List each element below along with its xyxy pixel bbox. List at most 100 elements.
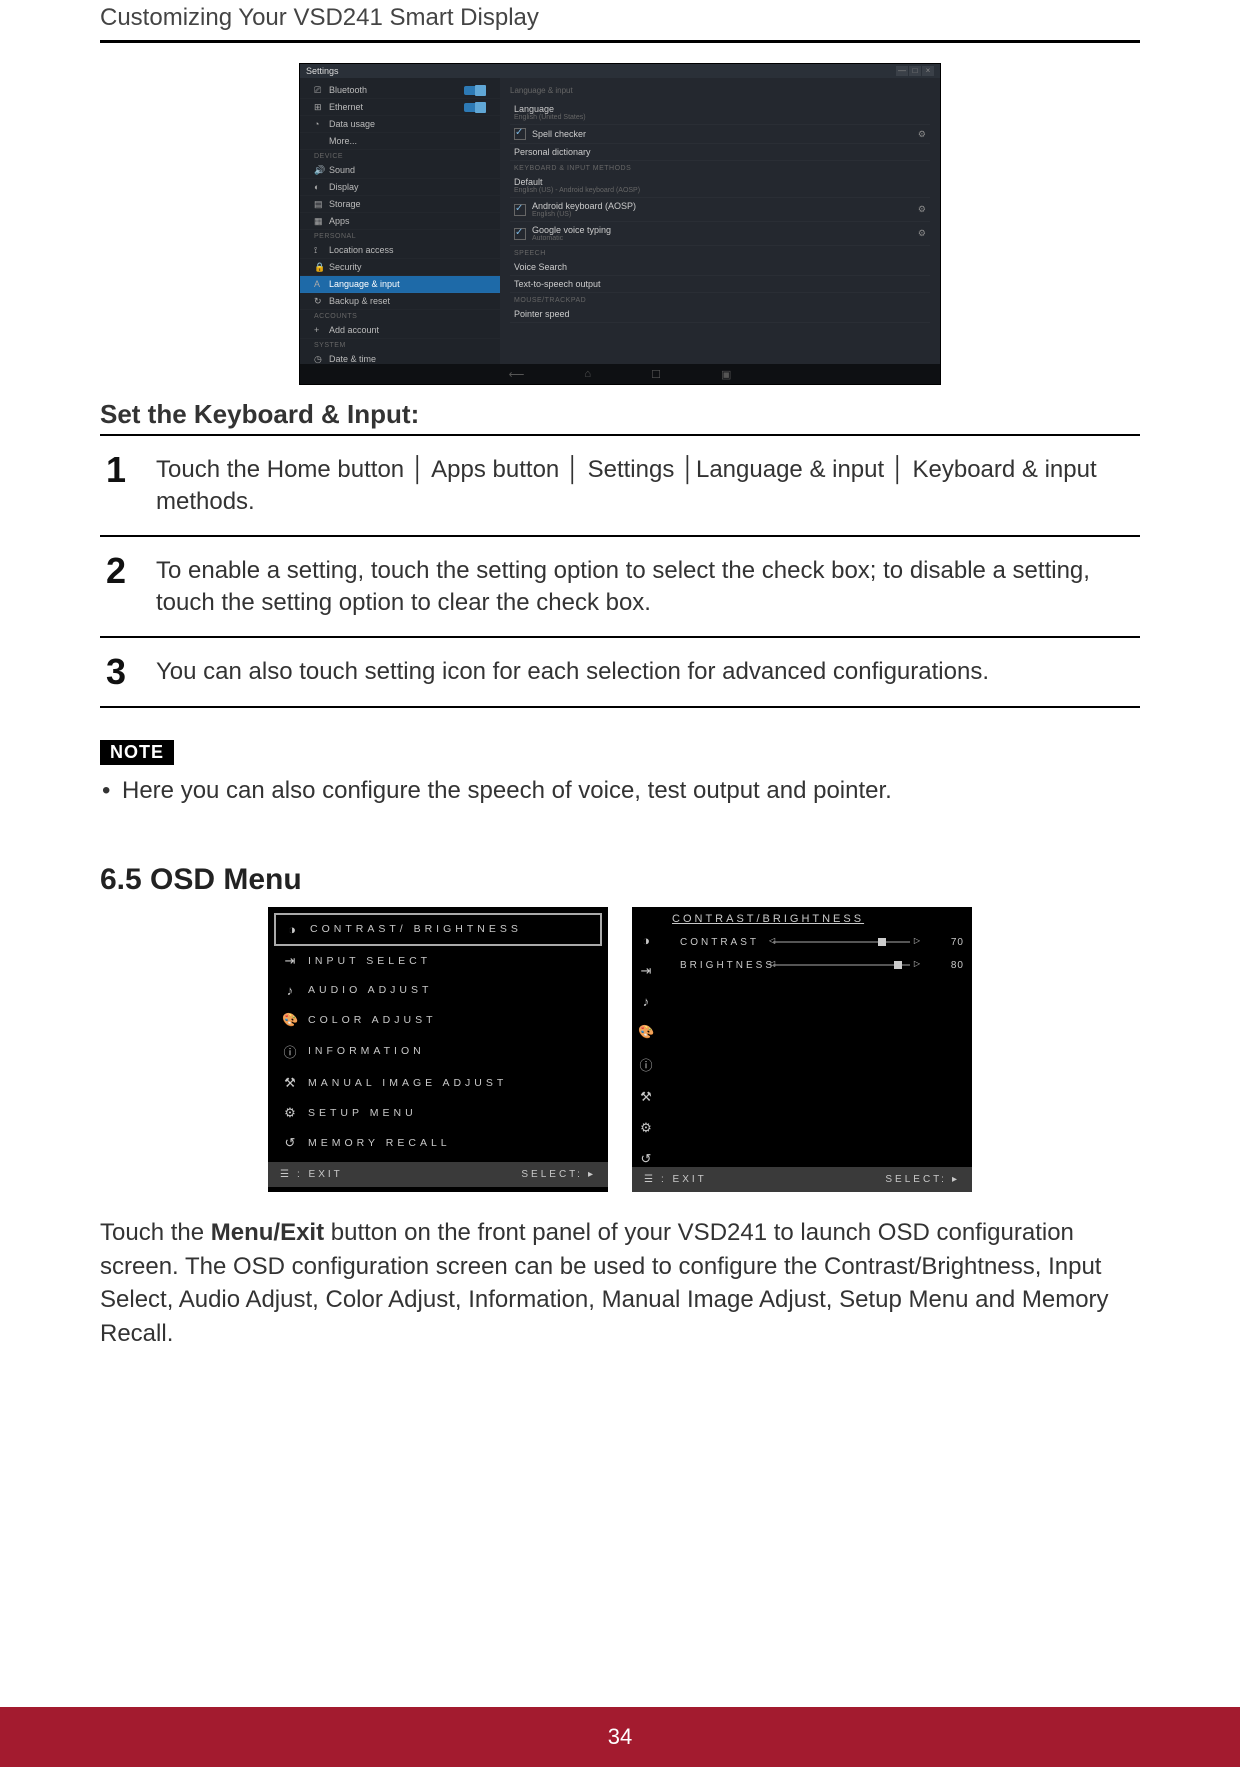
step-number: 3	[106, 654, 156, 690]
manual-icon: ⚒	[638, 1089, 654, 1105]
sidebar-item-language[interactable]: ALanguage & input	[300, 276, 500, 293]
row-tts[interactable]: Text-to-speech output	[510, 276, 930, 293]
sidebar-item-location[interactable]: ⟟Location access	[300, 242, 500, 259]
menu-icon: ☰	[644, 1174, 656, 1185]
osd-item-label: MEMORY RECALL	[308, 1137, 451, 1149]
row-voice-search[interactable]: Voice Search	[510, 259, 930, 276]
row-label: Default	[514, 177, 640, 187]
toggle-icon[interactable]	[464, 86, 486, 95]
row-default[interactable]: DefaultEnglish (US) - Android keyboard (…	[510, 174, 930, 198]
sidebar-item-bluetooth[interactable]: ⎚Bluetooth	[300, 82, 500, 99]
row-personal-dict[interactable]: Personal dictionary	[510, 144, 930, 161]
android-navbar: ⟵ ⌂ ☐ ▣	[300, 364, 940, 384]
recents-icon[interactable]: ☐	[651, 368, 661, 381]
row-label: Voice Search	[514, 262, 567, 272]
home-icon[interactable]: ⌂	[584, 368, 591, 380]
select-label: SELECT:	[885, 1174, 947, 1185]
section-personal: PERSONAL	[300, 230, 500, 242]
row-pointer[interactable]: Pointer speed	[510, 306, 930, 323]
sidebar-item-security[interactable]: 🔒Security	[300, 259, 500, 276]
sidebar-item-data[interactable]: ◔Data usage	[300, 116, 500, 133]
settings-icon[interactable]: ⚙	[918, 204, 926, 215]
info-icon: ⓘ	[638, 1055, 654, 1074]
row-android-kb[interactable]: Android keyboard (AOSP)English (US) ⚙	[510, 198, 930, 222]
checkbox-icon[interactable]	[514, 228, 526, 240]
osd-item-label: INFORMATION	[308, 1045, 425, 1057]
note-label: NOTE	[100, 740, 174, 765]
osd-item-info[interactable]: ⓘINFORMATION	[274, 1035, 602, 1068]
cap-left-icon: ◁	[769, 959, 775, 968]
checkbox-icon[interactable]	[514, 204, 526, 216]
recall-icon: ↺	[638, 1151, 654, 1167]
osd-item-setup[interactable]: ⚙SETUP MENU	[274, 1098, 602, 1128]
row-label: Android keyboard (AOSP)	[532, 201, 636, 211]
row-label: Language	[514, 104, 586, 114]
osd-footer: ☰: EXIT SELECT:▸	[268, 1162, 608, 1187]
section-accounts: ACCOUNTS	[300, 310, 500, 322]
slider-knob[interactable]	[878, 938, 886, 946]
osd-item-color[interactable]: 🎨COLOR ADJUST	[274, 1005, 602, 1035]
step-row: 3 You can also touch setting icon for ea…	[100, 638, 1140, 708]
exit-label: : EXIT	[661, 1174, 707, 1185]
osd2-icon-col: ◑ ⇥ ♪ 🎨 ⓘ ⚒ ⚙ ↺	[632, 927, 672, 1167]
slider-track[interactable]: ◁▷	[773, 938, 934, 946]
row-sub: English (US)	[532, 211, 636, 218]
row-label: Text-to-speech output	[514, 279, 601, 289]
row-sub: English (United States)	[514, 114, 586, 121]
sidebar-item-storage[interactable]: ▤Storage	[300, 196, 500, 213]
osd-menu-main: ◑ CONTRAST/ BRIGHTNESS ⇥INPUT SELECT ♪ AUD…	[268, 907, 608, 1192]
sidebar-item-more[interactable]: More...	[300, 133, 500, 150]
osd-heading: 6.5 OSD Menu	[100, 863, 1140, 897]
osd-item-contrast[interactable]: ◑ CONTRAST/ BRIGHTNESS	[274, 913, 602, 946]
back-icon[interactable]: ⟵	[509, 368, 525, 381]
osd-item-label: AUDIO ADJUST	[308, 984, 432, 996]
sidebar-item-display[interactable]: ◐Display	[300, 179, 500, 196]
osd-item-input[interactable]: ⇥INPUT SELECT	[274, 946, 602, 976]
slider-knob[interactable]	[894, 961, 902, 969]
row-language[interactable]: LanguageEnglish (United States)	[510, 101, 930, 125]
sidebar-item-ethernet[interactable]: ⊞Ethernet	[300, 99, 500, 116]
select-icon: ▸	[952, 1174, 960, 1185]
row-label: Spell checker	[532, 129, 586, 139]
osd-item-label: CONTRAST/ BRIGHTNESS	[310, 923, 522, 935]
row-label: Pointer speed	[514, 309, 570, 319]
osd2-title: CONTRAST/BRIGHTNESS	[632, 907, 972, 927]
screenshot-icon[interactable]: ▣	[721, 368, 731, 381]
slider-value: 70	[942, 937, 964, 948]
settings-icon[interactable]: ⚙	[918, 129, 926, 140]
sidebar-label: Ethernet	[329, 102, 363, 112]
row-google-voice[interactable]: Google voice typingAutomatic⚙	[510, 222, 930, 246]
sidebar-item-sound[interactable]: 🔊Sound	[300, 162, 500, 179]
sidebar-item-backup[interactable]: ↻Backup & reset	[300, 293, 500, 310]
sidebar-label: Date & time	[329, 354, 376, 364]
color-icon: 🎨	[638, 1024, 654, 1040]
section-system: SYSTEM	[300, 339, 500, 351]
osd-item-memory[interactable]: ↺MEMORY RECALL	[274, 1128, 602, 1158]
audio-icon: ♪	[282, 983, 298, 998]
section-mouse: MOUSE/TRACKPAD	[510, 293, 930, 306]
osd-body-paragraph: Touch the Menu/Exit button on the front …	[100, 1216, 1140, 1350]
row-label: Personal dictionary	[514, 147, 591, 157]
sidebar-label: Language & input	[329, 279, 400, 289]
settings-icon[interactable]: ⚙	[918, 228, 926, 239]
section-title-keyboard: Set the Keyboard & Input:	[100, 399, 1140, 430]
cap-right-icon: ▷	[914, 959, 920, 968]
sidebar-item-apps[interactable]: ▦Apps	[300, 213, 500, 230]
osd-item-audio[interactable]: ♪ AUDIO ADJUST	[274, 976, 602, 1005]
slider-track[interactable]: ◁▷	[773, 961, 934, 969]
contrast-icon: ◑	[284, 922, 300, 937]
select-label: SELECT:	[521, 1169, 583, 1180]
checkbox-icon[interactable]	[514, 128, 526, 140]
slider-label: BRIGHTNESS	[680, 960, 765, 971]
step-number: 2	[106, 553, 156, 589]
osd-slider-contrast[interactable]: CONTRAST ◁▷ 70	[680, 931, 964, 954]
row-spell[interactable]: Spell checker ⚙	[510, 125, 930, 144]
sidebar-item-datetime[interactable]: ◷Date & time	[300, 351, 500, 364]
row-label: Google voice typing	[532, 225, 611, 235]
toggle-icon[interactable]	[464, 103, 486, 112]
page-footer: 34	[0, 1707, 1240, 1767]
sidebar-item-addacct[interactable]: +Add account	[300, 322, 500, 339]
page-number: 34	[608, 1724, 632, 1749]
osd-slider-brightness[interactable]: BRIGHTNESS ◁▷ 80	[680, 954, 964, 977]
osd-item-manual[interactable]: ⚒MANUAL IMAGE ADJUST	[274, 1068, 602, 1098]
